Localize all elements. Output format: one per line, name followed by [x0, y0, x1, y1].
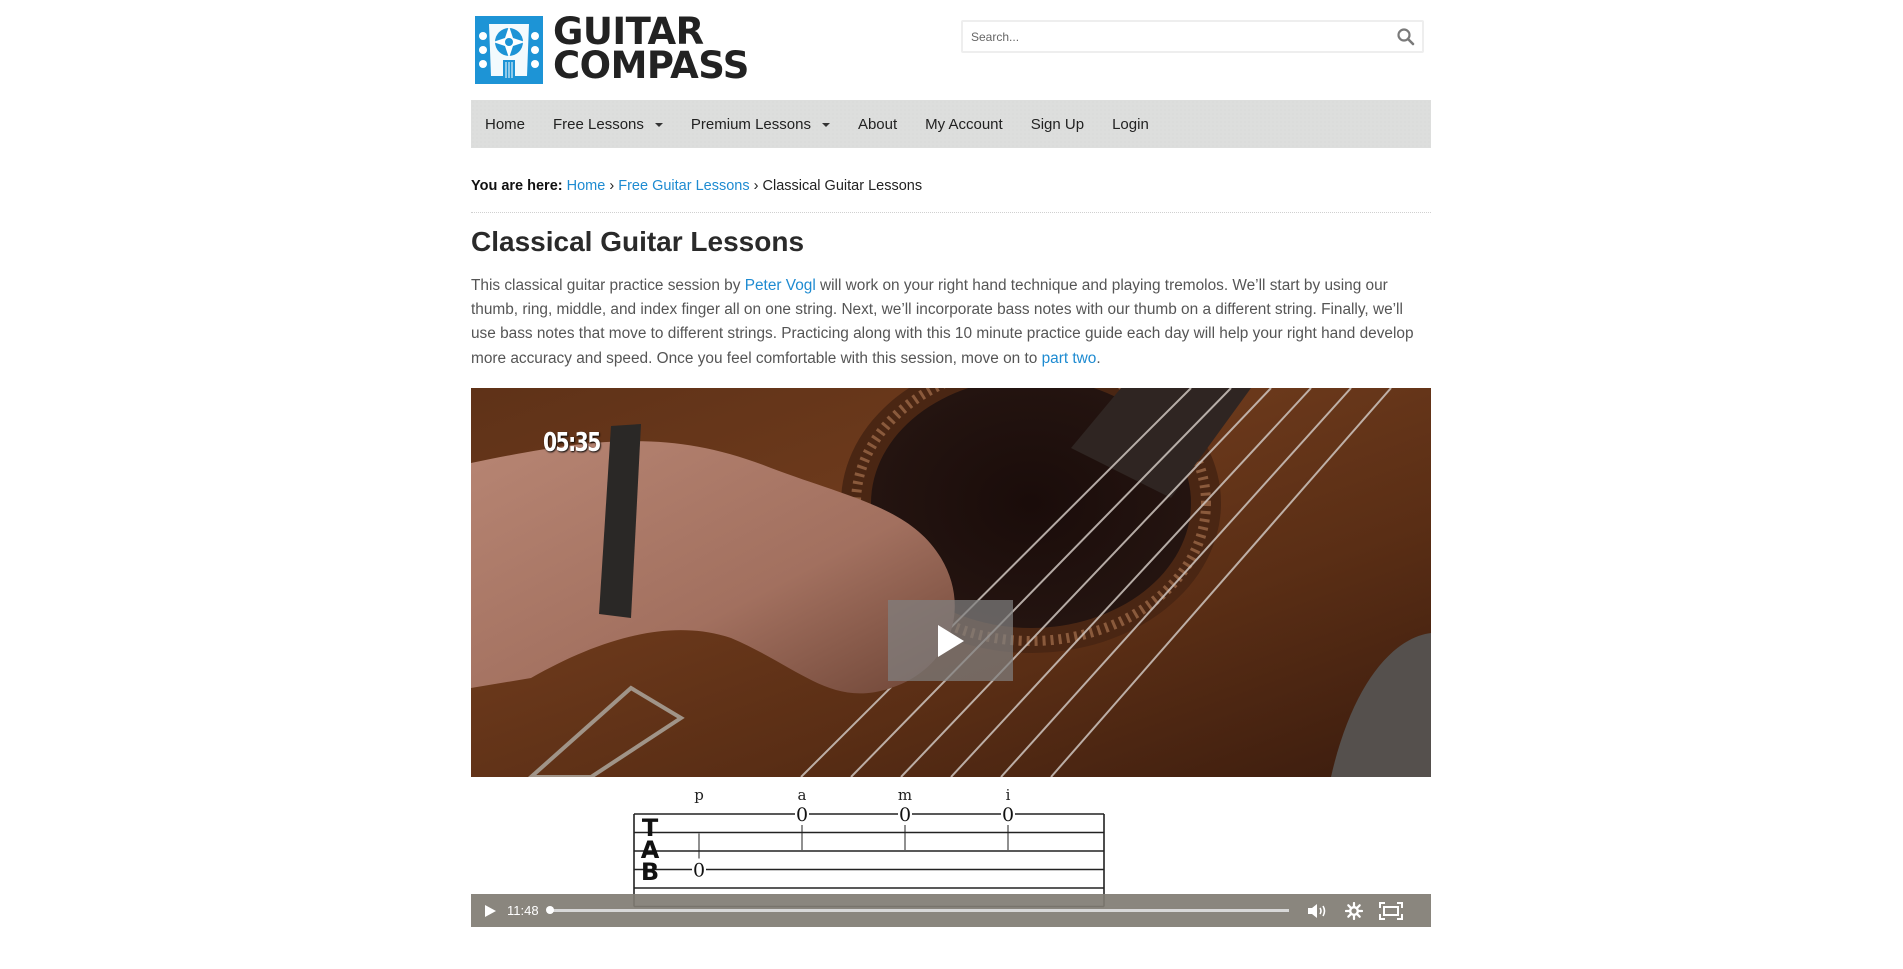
settings-button[interactable]	[1344, 901, 1363, 920]
breadcrumb-current: Classical Guitar Lessons	[762, 178, 923, 194]
progress-bar[interactable]	[545, 906, 1289, 914]
play-icon	[485, 904, 496, 917]
intro-text: This classical guitar practice session b…	[471, 277, 745, 294]
guitar-compass-logo-icon	[475, 16, 543, 84]
nav-item-my-account[interactable]: My Account	[925, 116, 1003, 133]
nav-label: Sign Up	[1030, 115, 1085, 133]
breadcrumb-separator: ›	[753, 178, 759, 194]
play-button[interactable]	[483, 904, 497, 918]
nav-label: My Account	[925, 115, 1003, 133]
tab-clef-letter: B	[641, 858, 659, 886]
volume-icon	[1307, 903, 1325, 918]
page-title: Classical Guitar Lessons	[471, 226, 805, 257]
breadcrumb-separator: ›	[609, 178, 615, 194]
search-box	[961, 20, 1424, 53]
part-two-link[interactable]: part two	[1042, 350, 1097, 367]
video-controls: 11:48	[471, 894, 1431, 927]
nav-label: Premium Lessons	[690, 115, 811, 133]
video-frame: 05:35	[471, 388, 1431, 777]
gear-icon	[1344, 901, 1363, 920]
nav-item-about[interactable]: About	[858, 116, 897, 133]
breadcrumb: You are here: Home › Free Guitar Lessons…	[471, 178, 922, 194]
finger-label: i	[1006, 786, 1011, 804]
nav-item-login[interactable]: Login	[1112, 116, 1149, 133]
big-play-button[interactable]	[888, 600, 1013, 681]
fullscreen-button[interactable]	[1378, 901, 1403, 920]
finger-label: p	[694, 786, 704, 804]
intro-paragraph: This classical guitar practice session b…	[471, 274, 1431, 371]
author-link[interactable]: Peter Vogl	[745, 277, 816, 294]
video-duration: 11:48	[507, 903, 539, 918]
play-icon	[937, 624, 964, 657]
finger-label: m	[898, 786, 912, 804]
breadcrumb-link-free-guitar-lessons[interactable]: Free Guitar Lessons	[618, 178, 749, 194]
nav-label: Login	[1112, 115, 1149, 133]
logo-text: GUITAR COMPASS	[553, 13, 749, 87]
volume-button[interactable]	[1307, 903, 1327, 919]
caret-down-icon	[654, 123, 663, 127]
main-nav: Home Free Lessons Premium Lessons About …	[471, 100, 1431, 148]
fret-number: 0	[693, 860, 705, 882]
finger-label: a	[798, 786, 807, 804]
intro-text: .	[1096, 349, 1101, 367]
nav-item-premium-lessons[interactable]: Premium Lessons	[691, 116, 830, 133]
nav-item-free-lessons[interactable]: Free Lessons	[553, 116, 663, 133]
search-icon[interactable]	[1396, 27, 1416, 47]
nav-item-sign-up[interactable]: Sign Up	[1031, 116, 1084, 133]
nav-item-home[interactable]: Home	[485, 116, 525, 133]
nav-label: Home	[485, 115, 526, 133]
logo-line-2: COMPASS	[553, 44, 749, 87]
video-player[interactable]: 05:35 TABp0a0m0i0 11:48	[471, 388, 1431, 927]
video-timestamp-overlay: 05:35	[543, 428, 601, 458]
breadcrumb-link-home[interactable]: Home	[567, 178, 606, 194]
site-logo[interactable]: GUITAR COMPASS	[475, 13, 749, 87]
nav-label: About	[857, 115, 898, 133]
search-input[interactable]	[963, 22, 1383, 51]
divider	[471, 212, 1431, 213]
nav-label: Free Lessons	[553, 115, 644, 133]
fret-number: 0	[1002, 804, 1014, 826]
fullscreen-icon	[1378, 901, 1403, 920]
fret-number: 0	[796, 804, 808, 826]
fret-number: 0	[899, 804, 911, 826]
caret-down-icon	[821, 123, 830, 127]
video-thumbnail-image	[471, 388, 1431, 777]
breadcrumb-prefix: You are here:	[471, 178, 563, 194]
progress-handle[interactable]	[545, 906, 554, 914]
